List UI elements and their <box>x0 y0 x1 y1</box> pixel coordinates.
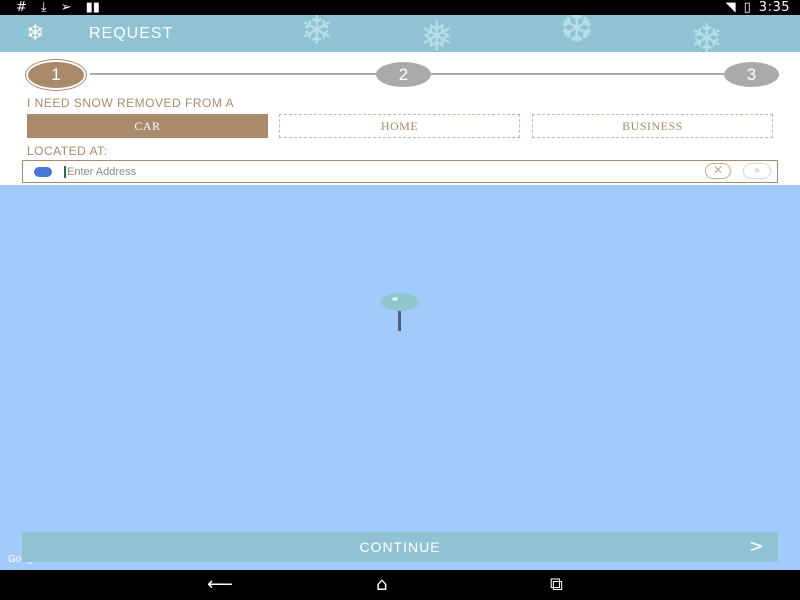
send-icon: ➢ <box>60 0 72 15</box>
wifi-icon: ◥ <box>725 0 736 15</box>
progress-line <box>90 73 376 75</box>
status-bar-right: ◥ ▯ 3:35 <box>726 0 790 15</box>
option-label: CAR <box>134 118 161 133</box>
step-number: 3 <box>746 64 757 84</box>
signal-bars-icon: ▮▮ <box>85 0 100 15</box>
status-bar-left: # ⤓ ➢ ▮▮ <box>16 0 100 15</box>
my-location-icon[interactable]: ⌖ <box>743 163 771 179</box>
map-pin-stem <box>398 311 401 331</box>
snowflake-decor-icon: ❄ <box>300 15 334 52</box>
recent-apps-icon[interactable]: ⧉ <box>550 576 563 594</box>
location-label: LOCATED AT: <box>27 144 108 158</box>
map-pin-icon[interactable] <box>381 293 419 311</box>
removal-type-label: I NEED SNOW REMOVED FROM A <box>27 96 235 110</box>
address-input[interactable] <box>67 162 667 181</box>
step-number: 1 <box>51 65 61 84</box>
navigation-bar: ⟵ ⌂ ⧉ <box>0 570 800 600</box>
location-dot-icon <box>34 167 52 177</box>
progress-step-1: 1 <box>28 62 84 88</box>
progress-step-3: 3 <box>724 62 779 87</box>
battery-charging-icon: ▯ <box>743 0 751 15</box>
option-label: HOME <box>380 118 419 133</box>
continue-button[interactable]: CONTINUE > <box>22 532 778 562</box>
back-icon[interactable]: ⟵ <box>207 576 233 594</box>
snowflake-decor-icon: ❅ <box>420 15 454 52</box>
download-icon: ⤓ <box>40 0 47 15</box>
option-home-button[interactable]: HOME <box>279 114 520 138</box>
step-number: 2 <box>398 64 409 84</box>
option-business-button[interactable]: BUSINESS <box>532 114 773 138</box>
hash-icon: # <box>16 0 27 15</box>
snowflake-decor-icon: ❆ <box>560 15 594 51</box>
app-bar: ❄ ❅ ❆ ❄ ❄ REQUEST <box>0 15 800 52</box>
continue-label: CONTINUE <box>359 539 441 555</box>
progress-line <box>431 73 724 75</box>
progress-step-2: 2 <box>376 62 431 87</box>
map-view[interactable]: Google <box>0 185 800 570</box>
text-cursor <box>64 166 66 178</box>
home-icon[interactable]: ⌂ <box>376 576 387 594</box>
address-field[interactable]: ✕ ⌖ <box>22 160 778 183</box>
snowflake-icon[interactable]: ❄ <box>26 22 44 44</box>
option-car-button[interactable]: CAR <box>27 114 268 138</box>
page-title: REQUEST <box>89 25 174 42</box>
clear-icon[interactable]: ✕ <box>705 163 731 179</box>
chevron-right-icon: > <box>748 536 764 557</box>
map-pin-highlight <box>392 297 398 301</box>
option-label: BUSINESS <box>622 118 683 133</box>
clock: 3:35 <box>758 0 790 15</box>
snowflake-decor-icon: ❄ <box>690 17 724 52</box>
status-bar: # ⤓ ➢ ▮▮ ◥ ▯ 3:35 <box>0 0 800 15</box>
